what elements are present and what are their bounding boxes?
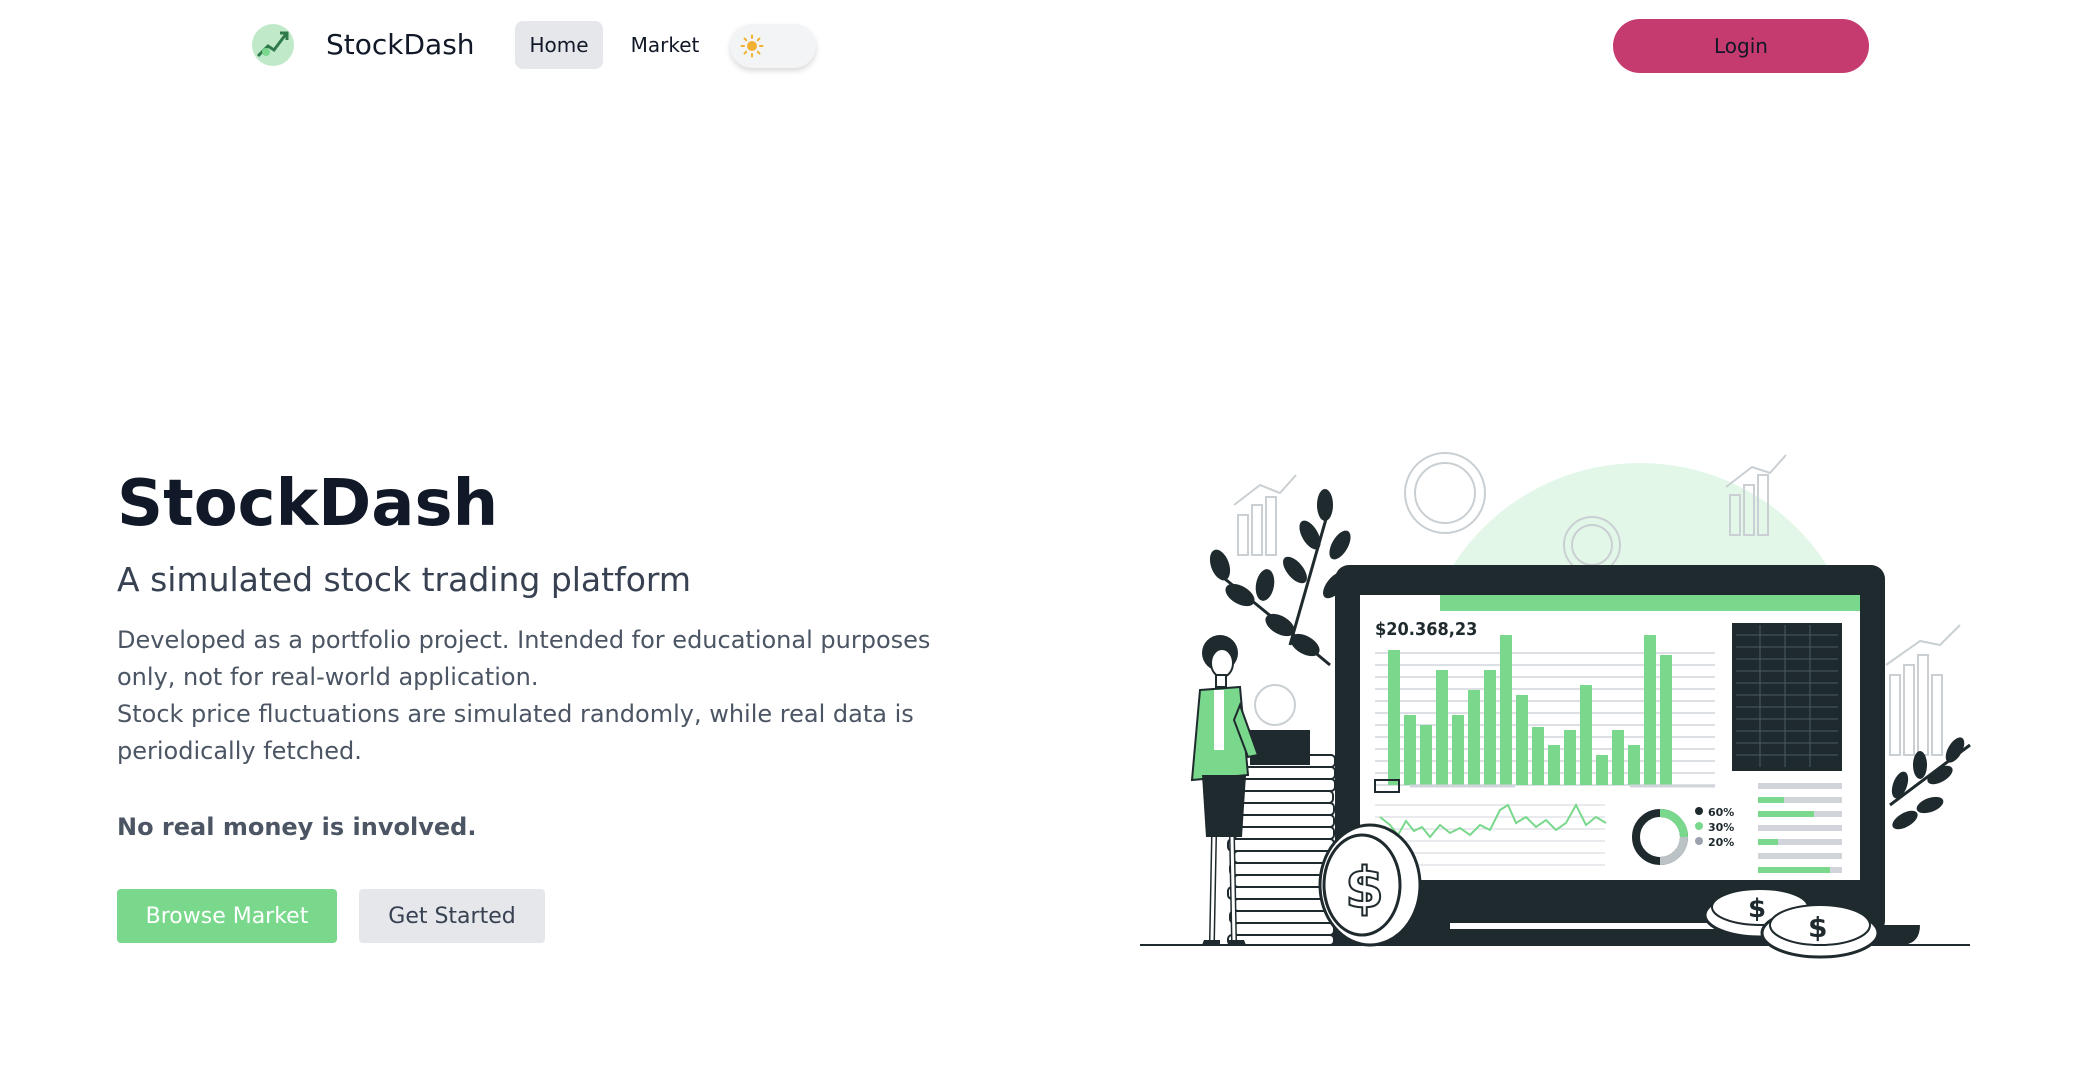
dollar-coin-icon: $: [1318, 823, 1422, 947]
hero-description: Developed as a portfolio project. Intend…: [117, 622, 947, 770]
nav-market[interactable]: Market: [620, 21, 710, 69]
description-paragraph-1: Developed as a portfolio project. Intend…: [117, 626, 931, 691]
svg-text:$: $: [1808, 911, 1827, 944]
legend-30: 30%: [1708, 821, 1734, 834]
legend-20: 20%: [1708, 836, 1734, 849]
balance-label: $20.368,23: [1375, 619, 1477, 640]
sun-icon: [740, 34, 764, 58]
hero-note: No real money is involved.: [117, 813, 477, 841]
svg-text:$: $: [1748, 894, 1766, 924]
legend-60: 60%: [1708, 806, 1734, 819]
hero-illustration: $20.368,23 60% 30% 20% $ $ $: [1140, 452, 1971, 959]
get-started-button[interactable]: Get Started: [359, 889, 545, 943]
wallet: [1250, 730, 1310, 765]
logo-icon[interactable]: [250, 22, 296, 68]
hero-subtitle: A simulated stock trading platform: [117, 560, 692, 599]
nav-home[interactable]: Home: [515, 21, 603, 69]
theme-toggle[interactable]: [730, 24, 816, 68]
login-button[interactable]: Login: [1613, 19, 1869, 73]
svg-text:$: $: [1345, 856, 1384, 921]
hero-title: StockDash: [117, 467, 499, 541]
description-paragraph-2: Stock price fluctuations are simulated r…: [117, 700, 914, 765]
navbar: StockDash Home Market Login: [0, 0, 2088, 92]
brand-name[interactable]: StockDash: [326, 24, 475, 66]
browse-market-button[interactable]: Browse Market: [117, 889, 337, 943]
